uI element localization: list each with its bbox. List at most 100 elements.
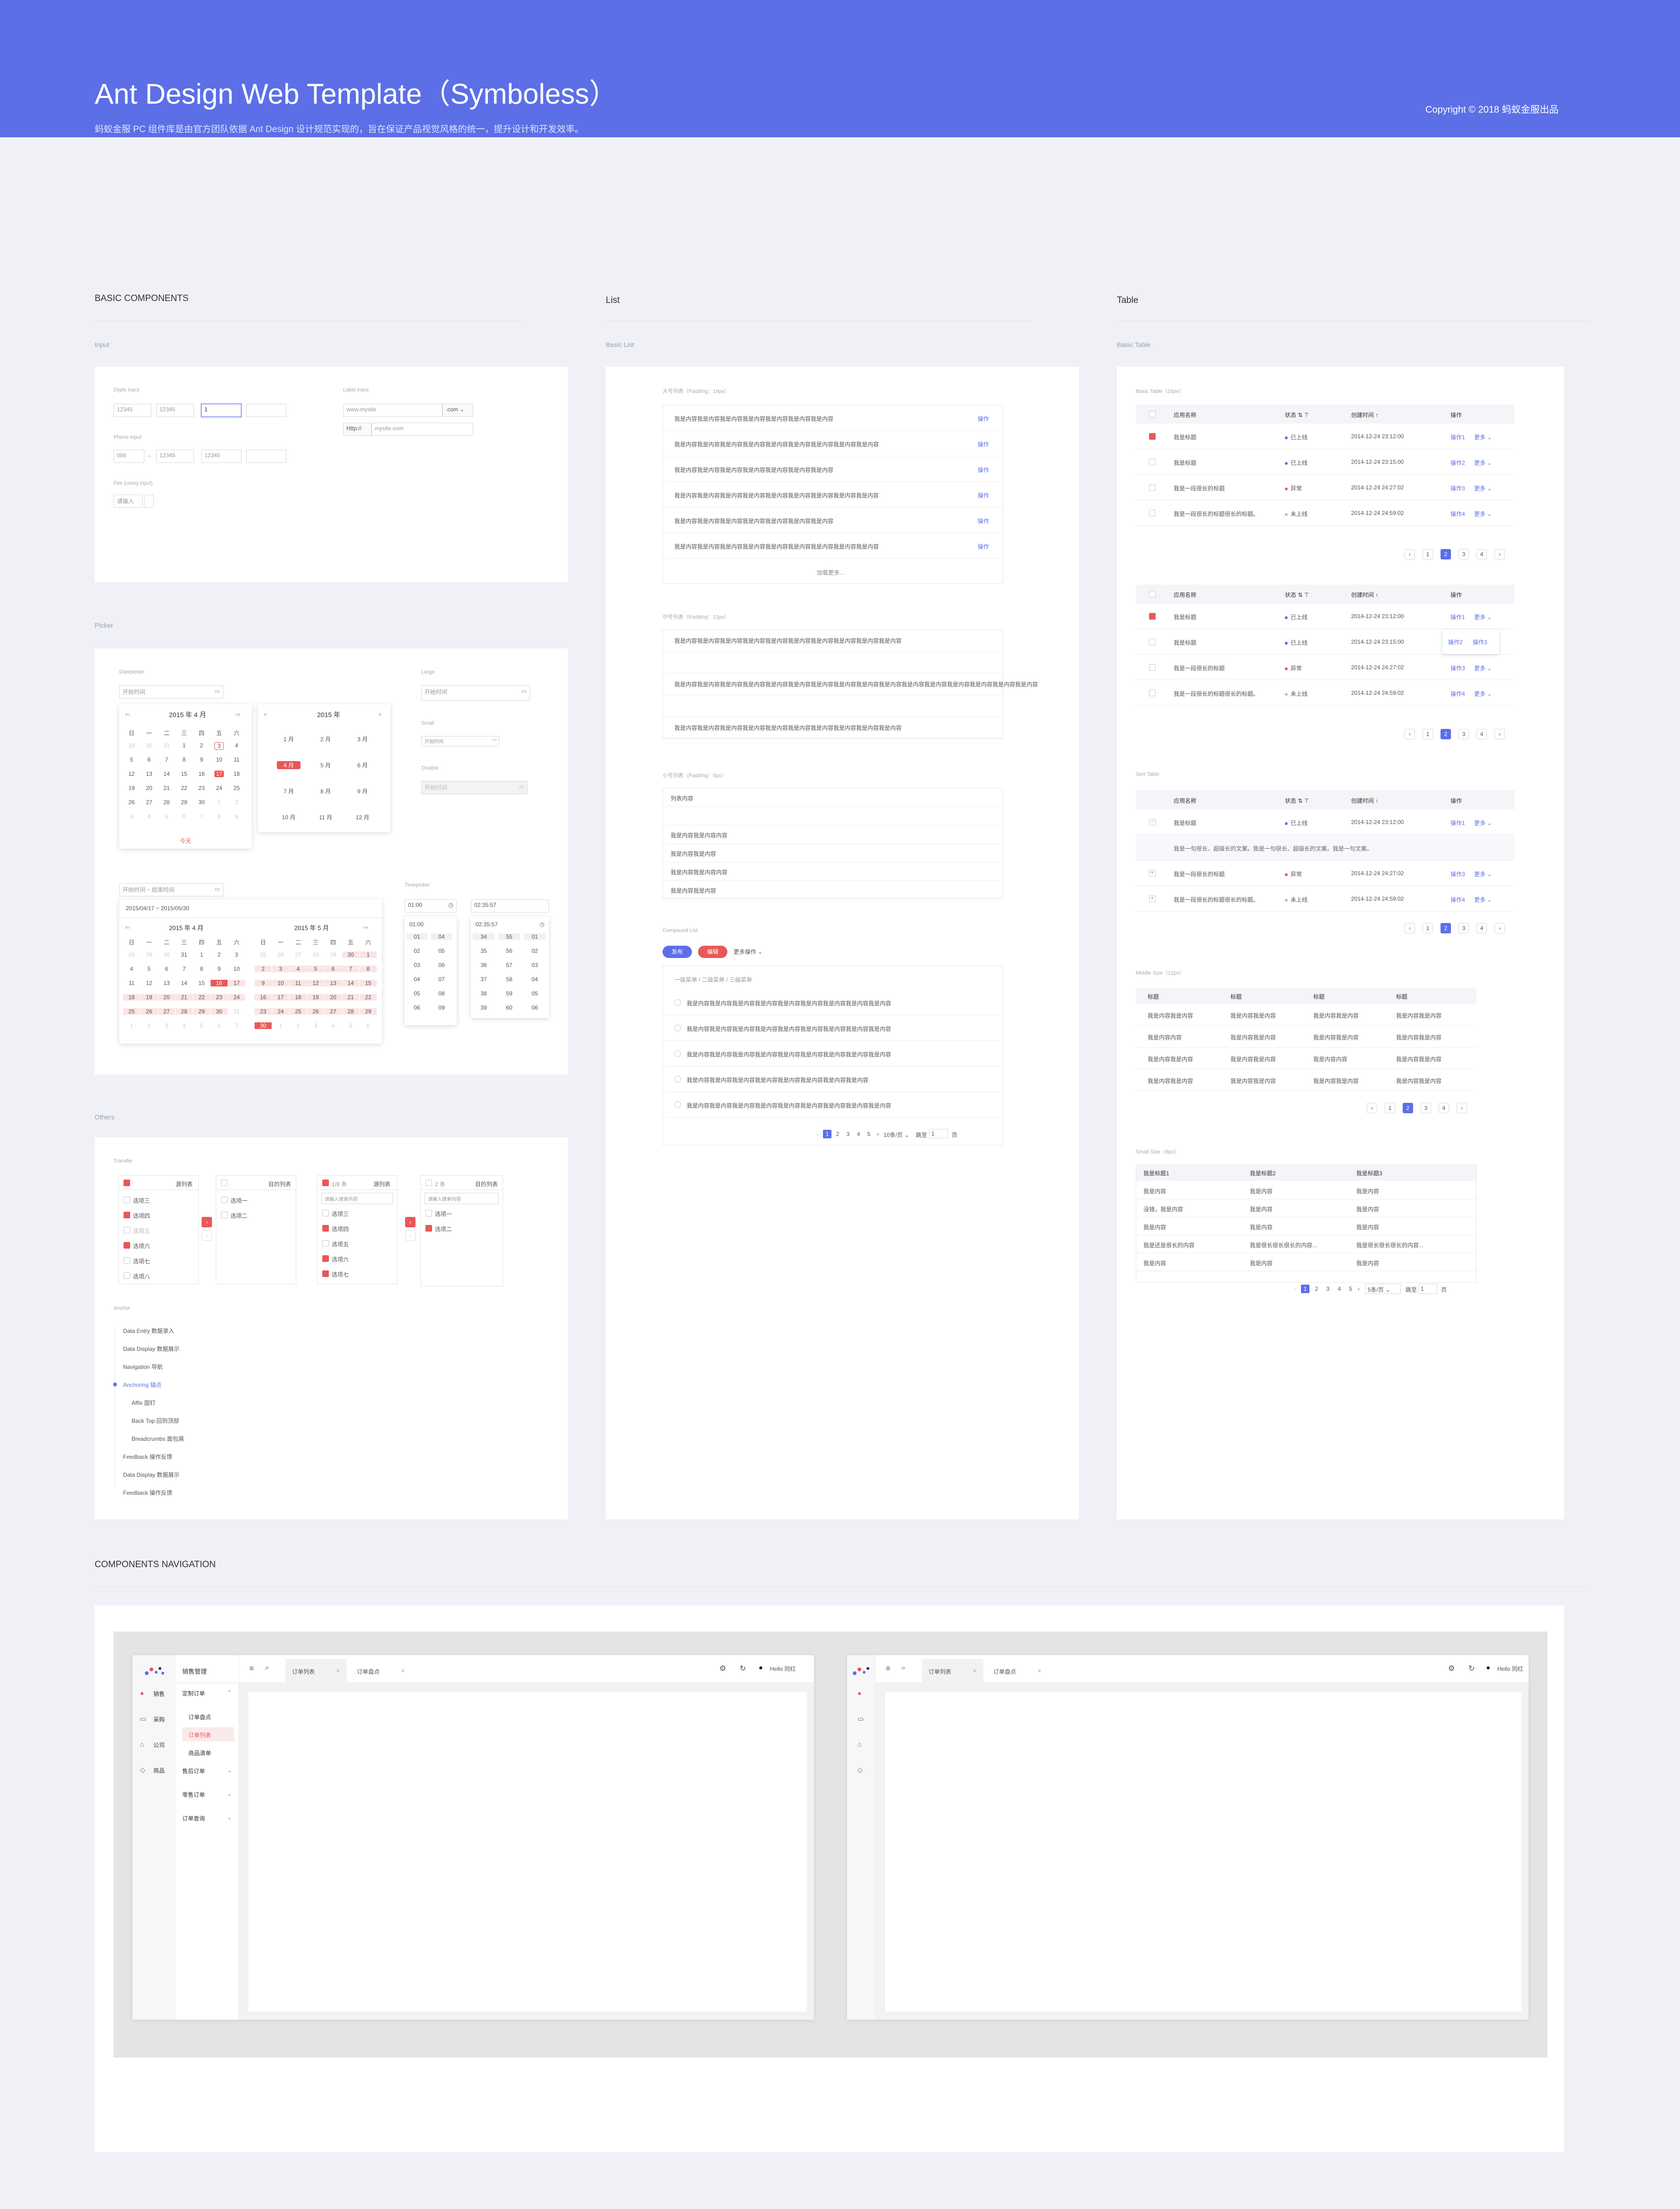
radio-icon[interactable]	[674, 1050, 681, 1057]
pager-item[interactable]: 1	[1423, 729, 1433, 739]
calendar-day[interactable]: 1	[211, 799, 228, 806]
row-more[interactable]: 更多 ⌄	[1474, 896, 1492, 904]
pager-next-icon[interactable]: ›	[1494, 549, 1505, 559]
settings-icon[interactable]: ⚙	[719, 1664, 726, 1673]
time-cell[interactable]: 39	[473, 1004, 495, 1011]
time-cell[interactable]: 58	[498, 976, 520, 983]
range-day[interactable]: 28	[123, 951, 140, 958]
time-cell[interactable]: 07	[431, 976, 452, 983]
calendar-day[interactable]: 30	[141, 742, 158, 749]
row-more[interactable]: 更多 ⌄	[1474, 819, 1492, 827]
row-op[interactable]: 操作1	[1450, 819, 1465, 827]
month-cell[interactable]: 5 月	[314, 761, 337, 769]
row-checkbox[interactable]	[1149, 664, 1156, 671]
select-all-target-checkbox[interactable]	[221, 1180, 228, 1186]
row-op[interactable]: 操作3	[1450, 870, 1465, 878]
settings-icon[interactable]: ⚙	[1448, 1664, 1455, 1673]
row-checkbox[interactable]	[1149, 690, 1156, 696]
transfer-item[interactable]: 选项三	[133, 1197, 150, 1205]
transfer-item[interactable]: 选项五	[133, 1227, 150, 1235]
digit-field-3[interactable]: 1	[201, 404, 241, 417]
tab-order-count[interactable]: 订单盘点 ×	[350, 1659, 412, 1683]
range-day[interactable]: 17	[228, 980, 245, 986]
close-icon[interactable]: ×	[401, 1668, 405, 1674]
menu-item[interactable]: 商品清单	[188, 1749, 211, 1757]
calendar-day[interactable]: 31	[158, 742, 175, 749]
calendar-day[interactable]: 18	[228, 771, 245, 777]
range-next-icon[interactable]: ›»	[363, 924, 368, 931]
digit-field-1[interactable]: 12345	[114, 404, 151, 417]
calendar-day[interactable]: 4	[141, 813, 158, 820]
transfer-item[interactable]: 选项五	[332, 1240, 349, 1248]
range-day[interactable]: 13	[158, 980, 175, 986]
range-day[interactable]: 28	[176, 1008, 193, 1015]
calendar-day[interactable]: 19	[123, 785, 140, 791]
time-cell[interactable]: 02	[524, 948, 546, 954]
range-day[interactable]: 28	[342, 1008, 359, 1015]
transfer-item-checkbox[interactable]	[124, 1197, 130, 1203]
time-cell[interactable]: 02	[407, 948, 427, 954]
time-cell[interactable]: 37	[473, 976, 495, 983]
range-day[interactable]: 6	[325, 966, 342, 972]
row-op[interactable]: 操作2	[1450, 459, 1465, 467]
calendar-day[interactable]: 15	[176, 771, 193, 777]
radio-icon[interactable]	[674, 999, 681, 1006]
rail-label[interactable]: 销售	[153, 1690, 165, 1698]
edit-button[interactable]: 编辑	[698, 946, 727, 958]
range-day[interactable]: 2	[255, 966, 272, 972]
header-checkbox[interactable]	[1149, 411, 1156, 417]
range-day[interactable]: 2	[141, 1022, 158, 1029]
row-more[interactable]: 更多 ⌄	[1474, 484, 1492, 492]
transfer-item[interactable]: 选项六	[332, 1255, 349, 1263]
time-cell[interactable]: 08	[431, 990, 452, 997]
transfer-item[interactable]: 选项六	[133, 1242, 150, 1250]
calendar-day[interactable]: 17	[214, 771, 224, 777]
range-day[interactable]: 16	[211, 980, 228, 986]
time-input-2[interactable]: 02:35:57	[471, 899, 549, 913]
transfer-search-input-2[interactable]: 请输入搜索内容	[424, 1193, 499, 1204]
user-name[interactable]: Hello 同红	[770, 1665, 796, 1673]
range-day[interactable]: 25	[255, 951, 272, 958]
range-day[interactable]: 5	[193, 1022, 210, 1029]
url-input[interactable]: mysite.com	[371, 423, 473, 436]
range-day[interactable]: 29	[360, 1008, 377, 1015]
next-year-icon-2[interactable]: »	[379, 711, 382, 718]
sales-icon[interactable]: ●	[140, 1689, 144, 1697]
pager-item[interactable]: 1	[1301, 1285, 1309, 1293]
list-item-action[interactable]: 操作	[978, 440, 989, 448]
range-day[interactable]: 27	[325, 1008, 342, 1015]
range-day[interactable]: 7	[176, 966, 193, 972]
pager-next-icon[interactable]: ›	[1494, 923, 1505, 933]
range-day[interactable]: 24	[272, 1008, 289, 1015]
transfer-item[interactable]: 选项二	[230, 1212, 248, 1220]
time-cell[interactable]: 59	[498, 990, 520, 997]
pager-item[interactable]: 4	[854, 1130, 863, 1138]
range-day[interactable]: 1	[193, 951, 210, 958]
range-day[interactable]: 18	[123, 994, 140, 1001]
row-more[interactable]: 更多 ⌄	[1474, 510, 1492, 518]
calendar-day[interactable]: 28	[158, 799, 175, 806]
fee-stepper[interactable]	[144, 495, 154, 508]
range-day[interactable]: 1	[123, 1022, 140, 1029]
load-more-link[interactable]: 加载更多...	[817, 568, 844, 577]
breadcrumb-2[interactable]: 二级菜单	[702, 976, 725, 983]
calendar-day[interactable]: 7	[158, 756, 175, 763]
range-day[interactable]: 14	[342, 980, 359, 986]
range-day[interactable]: 4	[123, 966, 140, 972]
range-day[interactable]: 21	[176, 994, 193, 1001]
transfer-item[interactable]: 选项四	[133, 1212, 150, 1220]
range-day[interactable]: 2	[290, 1022, 307, 1029]
range-day[interactable]: 10	[272, 980, 289, 986]
user-avatar-icon[interactable]: ●	[759, 1664, 763, 1672]
transfer-item-checkbox[interactable]	[124, 1257, 130, 1264]
pager-item[interactable]: 5	[865, 1130, 873, 1138]
row-checkbox[interactable]	[1149, 459, 1156, 465]
transfer-item[interactable]: 选项八	[133, 1272, 150, 1280]
menu-fold-icon[interactable]: ≡	[249, 1665, 254, 1673]
column-header[interactable]: 状态 ⇅ ⊤	[1285, 411, 1309, 419]
range-day[interactable]: 26	[272, 951, 289, 958]
range-day[interactable]: 29	[325, 951, 342, 958]
calendar-day[interactable]: 27	[141, 799, 158, 806]
row-op[interactable]: 操作4	[1450, 690, 1465, 698]
transfer-item[interactable]: 选项一	[230, 1197, 248, 1205]
